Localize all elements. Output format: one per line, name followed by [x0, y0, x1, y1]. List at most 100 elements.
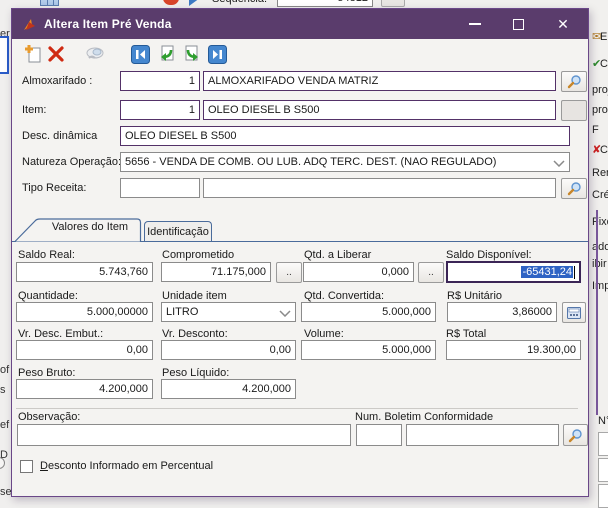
background-button-fragment[interactable]: ✉E [592, 30, 607, 43]
search-icon[interactable] [381, 0, 405, 7]
volume-value: 5.000,000 [382, 344, 431, 356]
next-arrow-icon [189, 0, 200, 6]
item-code-field[interactable]: 1 [120, 100, 200, 120]
almoxarifado-code-field[interactable]: 1 [120, 71, 200, 91]
background-button-fragment[interactable]: proj [592, 84, 608, 96]
qtd-convertida-field[interactable]: 5.000,000 [301, 302, 436, 322]
tipo-receita-label: Tipo Receita: [22, 178, 86, 198]
first-record-button[interactable] [129, 43, 151, 65]
unitario-calculator-button[interactable] [562, 302, 586, 323]
comprometido-field[interactable]: 71.175,000 [161, 262, 271, 282]
volume-field[interactable]: 5.000,000 [301, 340, 436, 360]
boletim-code-field[interactable] [356, 424, 402, 446]
almoxarifado-label: Almoxarifado : [22, 71, 92, 91]
qtd-a-liberar-value: 0,000 [381, 266, 409, 278]
tipo-receita-lookup-button[interactable] [561, 178, 587, 199]
background-button-fragment[interactable]: ados [592, 241, 608, 253]
unidade-item-value: LITRO [166, 306, 198, 318]
background-toolbar-strip: Sequência: 54812 [0, 0, 608, 8]
desc-dinamica-field[interactable]: OLEO DIESEL B S500 [120, 126, 570, 146]
saldo-disponivel-value-selected: -65431,24 [521, 266, 573, 278]
tab-valores-do-item[interactable]: Valores do Item [40, 221, 140, 233]
rs-total-field[interactable]: 19.300,00 [446, 340, 581, 360]
background-grid-cell [598, 432, 608, 456]
quantidade-field[interactable]: 5.000,00000 [16, 302, 153, 322]
magnifier-icon [567, 181, 582, 196]
delete-record-icon [47, 45, 65, 63]
rs-unitario-label: R$ Unitário [447, 290, 502, 302]
background-panel-border [596, 210, 598, 415]
almoxarifado-code-value: 1 [189, 75, 195, 87]
unidade-item-dropdown[interactable]: LITRO [161, 302, 296, 322]
save-prior-record-icon [157, 44, 177, 64]
rs-unitario-field[interactable]: 3,86000 [447, 302, 557, 322]
background-button-fragment[interactable]: Rent [592, 167, 608, 179]
qtd-a-liberar-field[interactable]: 0,000 [303, 262, 414, 282]
peso-bruto-field[interactable]: 4.200,000 [16, 379, 153, 399]
peso-liquido-field[interactable]: 4.200,000 [161, 379, 296, 399]
desconto-percentual-checkbox[interactable] [20, 460, 33, 473]
observacao-field[interactable] [17, 424, 351, 446]
sequencia-field[interactable]: 54812 [277, 0, 373, 7]
stamp-button[interactable] [84, 43, 106, 65]
boletim-lookup-button[interactable] [563, 424, 588, 446]
new-record-icon [23, 44, 43, 64]
desc-dinamica-label: Desc. dinâmica [22, 126, 97, 146]
peso-bruto-label: Peso Bruto: [18, 367, 75, 379]
item-label: Item: [22, 100, 46, 120]
maximize-icon [513, 19, 524, 30]
maximize-button[interactable] [504, 9, 532, 39]
chevron-down-icon [553, 160, 565, 167]
close-button[interactable]: ✕ [549, 9, 577, 39]
desc-dinamica-value: OLEO DIESEL B S500 [125, 130, 236, 142]
natureza-operacao-value: 5656 - VENDA DE COMB. OU LUB. ADQ TERC. … [125, 156, 496, 168]
new-record-button[interactable] [22, 43, 44, 65]
observacao-label: Observação: [18, 411, 80, 423]
comprometido-value: 71.175,000 [211, 266, 266, 278]
app-logo-icon [22, 17, 37, 32]
boletim-name-field[interactable] [406, 424, 559, 446]
delete-record-button[interactable] [45, 43, 67, 65]
background-button-fragment[interactable]: ✘Ca [592, 143, 608, 156]
background-fragment: ef [0, 419, 11, 431]
minimize-button[interactable] [461, 9, 489, 39]
background-grid-cell [598, 484, 608, 508]
save-next-record-button[interactable] [181, 43, 203, 65]
saldo-real-field[interactable]: 5.743,760 [16, 262, 153, 282]
last-record-button[interactable] [206, 43, 228, 65]
background-button-fragment[interactable]: ibir [592, 258, 607, 270]
vr-desconto-field[interactable]: 0,00 [161, 340, 296, 360]
qtd-convertida-label: Qtd. Convertida: [304, 290, 384, 302]
almoxarifado-name-field[interactable]: ALMOXARIFADO VENDA MATRIZ [203, 71, 556, 91]
background-button-fragment[interactable]: Fixe [592, 216, 608, 228]
tipo-receita-code-field[interactable] [120, 178, 200, 198]
background-button-fragment[interactable]: ✔Co [592, 57, 608, 70]
eraser-icon [163, 0, 179, 5]
rs-total-value: 19.300,00 [527, 344, 576, 356]
item-name-field[interactable]: OLEO DIESEL B S500 [203, 100, 556, 120]
save-prior-record-button[interactable] [156, 43, 178, 65]
qtd-a-liberar-more-button[interactable]: .. [418, 262, 444, 283]
vr-desconto-label: Vr. Desconto: [162, 328, 228, 340]
saldo-disponivel-field[interactable]: -65431,24 [446, 261, 581, 283]
tipo-receita-name-field[interactable] [203, 178, 556, 198]
saldo-disponivel-label: Saldo Disponível: [446, 249, 532, 261]
last-record-icon [208, 45, 227, 64]
tab-identificacao[interactable]: Identificação [144, 221, 212, 241]
vr-desc-embut-field[interactable]: 0,00 [16, 340, 153, 360]
comprometido-label: Comprometido [162, 249, 234, 261]
background-button-fragment[interactable]: Imp [592, 280, 608, 292]
background-button-fragment[interactable]: prov [592, 104, 608, 116]
stamp-icon [85, 44, 105, 64]
almoxarifado-lookup-button[interactable] [561, 71, 587, 92]
magnifier-icon [567, 74, 582, 89]
background-grid-header: N° [598, 415, 608, 431]
natureza-operacao-dropdown[interactable]: 5656 - VENDA DE COMB. OU LUB. ADQ TERC. … [120, 152, 570, 172]
background-button-fragment[interactable]: Créd [592, 189, 608, 201]
volume-label: Volume: [304, 328, 344, 340]
dialog-titlebar[interactable]: Altera Item Pré Venda [12, 9, 588, 39]
background-button-fragment[interactable]: F [592, 124, 599, 136]
comprometido-more-button[interactable]: .. [276, 262, 302, 283]
rs-unitario-value: 3,86000 [512, 306, 552, 318]
vr-desc-embut-label: Vr. Desc. Embut.: [18, 328, 103, 340]
